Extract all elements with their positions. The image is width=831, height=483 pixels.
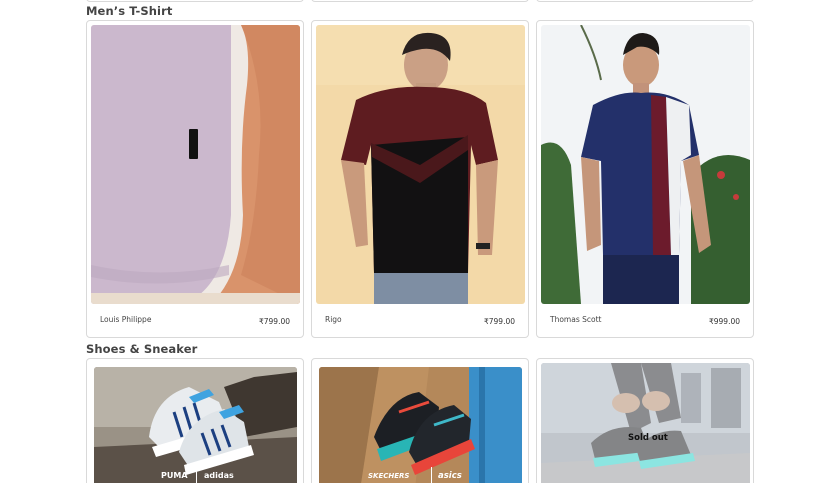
product-image-sold-out[interactable] — [541, 363, 750, 483]
asics-logo-icon: asics — [438, 471, 462, 481]
product-image-louis-philippe[interactable] — [91, 25, 300, 304]
product-card-skechers-asics[interactable]: SKECHERS asics — [311, 358, 529, 483]
brand-divider — [431, 467, 432, 483]
product-name[interactable]: Thomas Scott — [550, 315, 601, 324]
previous-row-card-3[interactable] — [536, 0, 754, 2]
product-card-sold-out[interactable]: Sold out — [536, 358, 754, 483]
section-title-tshirt: Men’s T-Shirt — [86, 4, 173, 18]
product-image-rigo[interactable] — [316, 25, 525, 304]
product-price: ₹799.00 — [483, 317, 515, 326]
section-title-shoes: Shoes & Sneaker — [86, 342, 198, 356]
product-image-puma-adidas[interactable] — [94, 367, 297, 483]
product-image-skechers-asics[interactable] — [319, 367, 522, 483]
brand-divider — [196, 467, 197, 483]
product-card-rigo[interactable]: Rigo ₹799.00 — [311, 20, 529, 338]
previous-row-card-2[interactable] — [311, 0, 529, 2]
skechers-logo-icon: SKECHERS — [368, 472, 410, 480]
puma-logo-icon: PUMA — [161, 471, 188, 480]
product-card-louis-philippe[interactable]: Louis Philippe ₹799.00 — [86, 20, 304, 338]
product-price: ₹799.00 — [258, 317, 290, 326]
product-image-thomas-scott[interactable] — [541, 25, 750, 304]
adidas-logo-icon: adidas — [204, 471, 234, 480]
previous-row-card-1[interactable] — [86, 0, 304, 2]
product-card-thomas-scott[interactable]: Thomas Scott ₹999.00 — [536, 20, 754, 338]
product-price: ₹999.00 — [708, 317, 740, 326]
sold-out-label: Sold out — [628, 433, 668, 443]
product-name[interactable]: Rigo — [325, 315, 342, 324]
product-card-puma-adidas[interactable]: PUMA adidas — [86, 358, 304, 483]
bear-tag-icon — [189, 129, 198, 159]
product-name[interactable]: Louis Philippe — [100, 315, 151, 324]
